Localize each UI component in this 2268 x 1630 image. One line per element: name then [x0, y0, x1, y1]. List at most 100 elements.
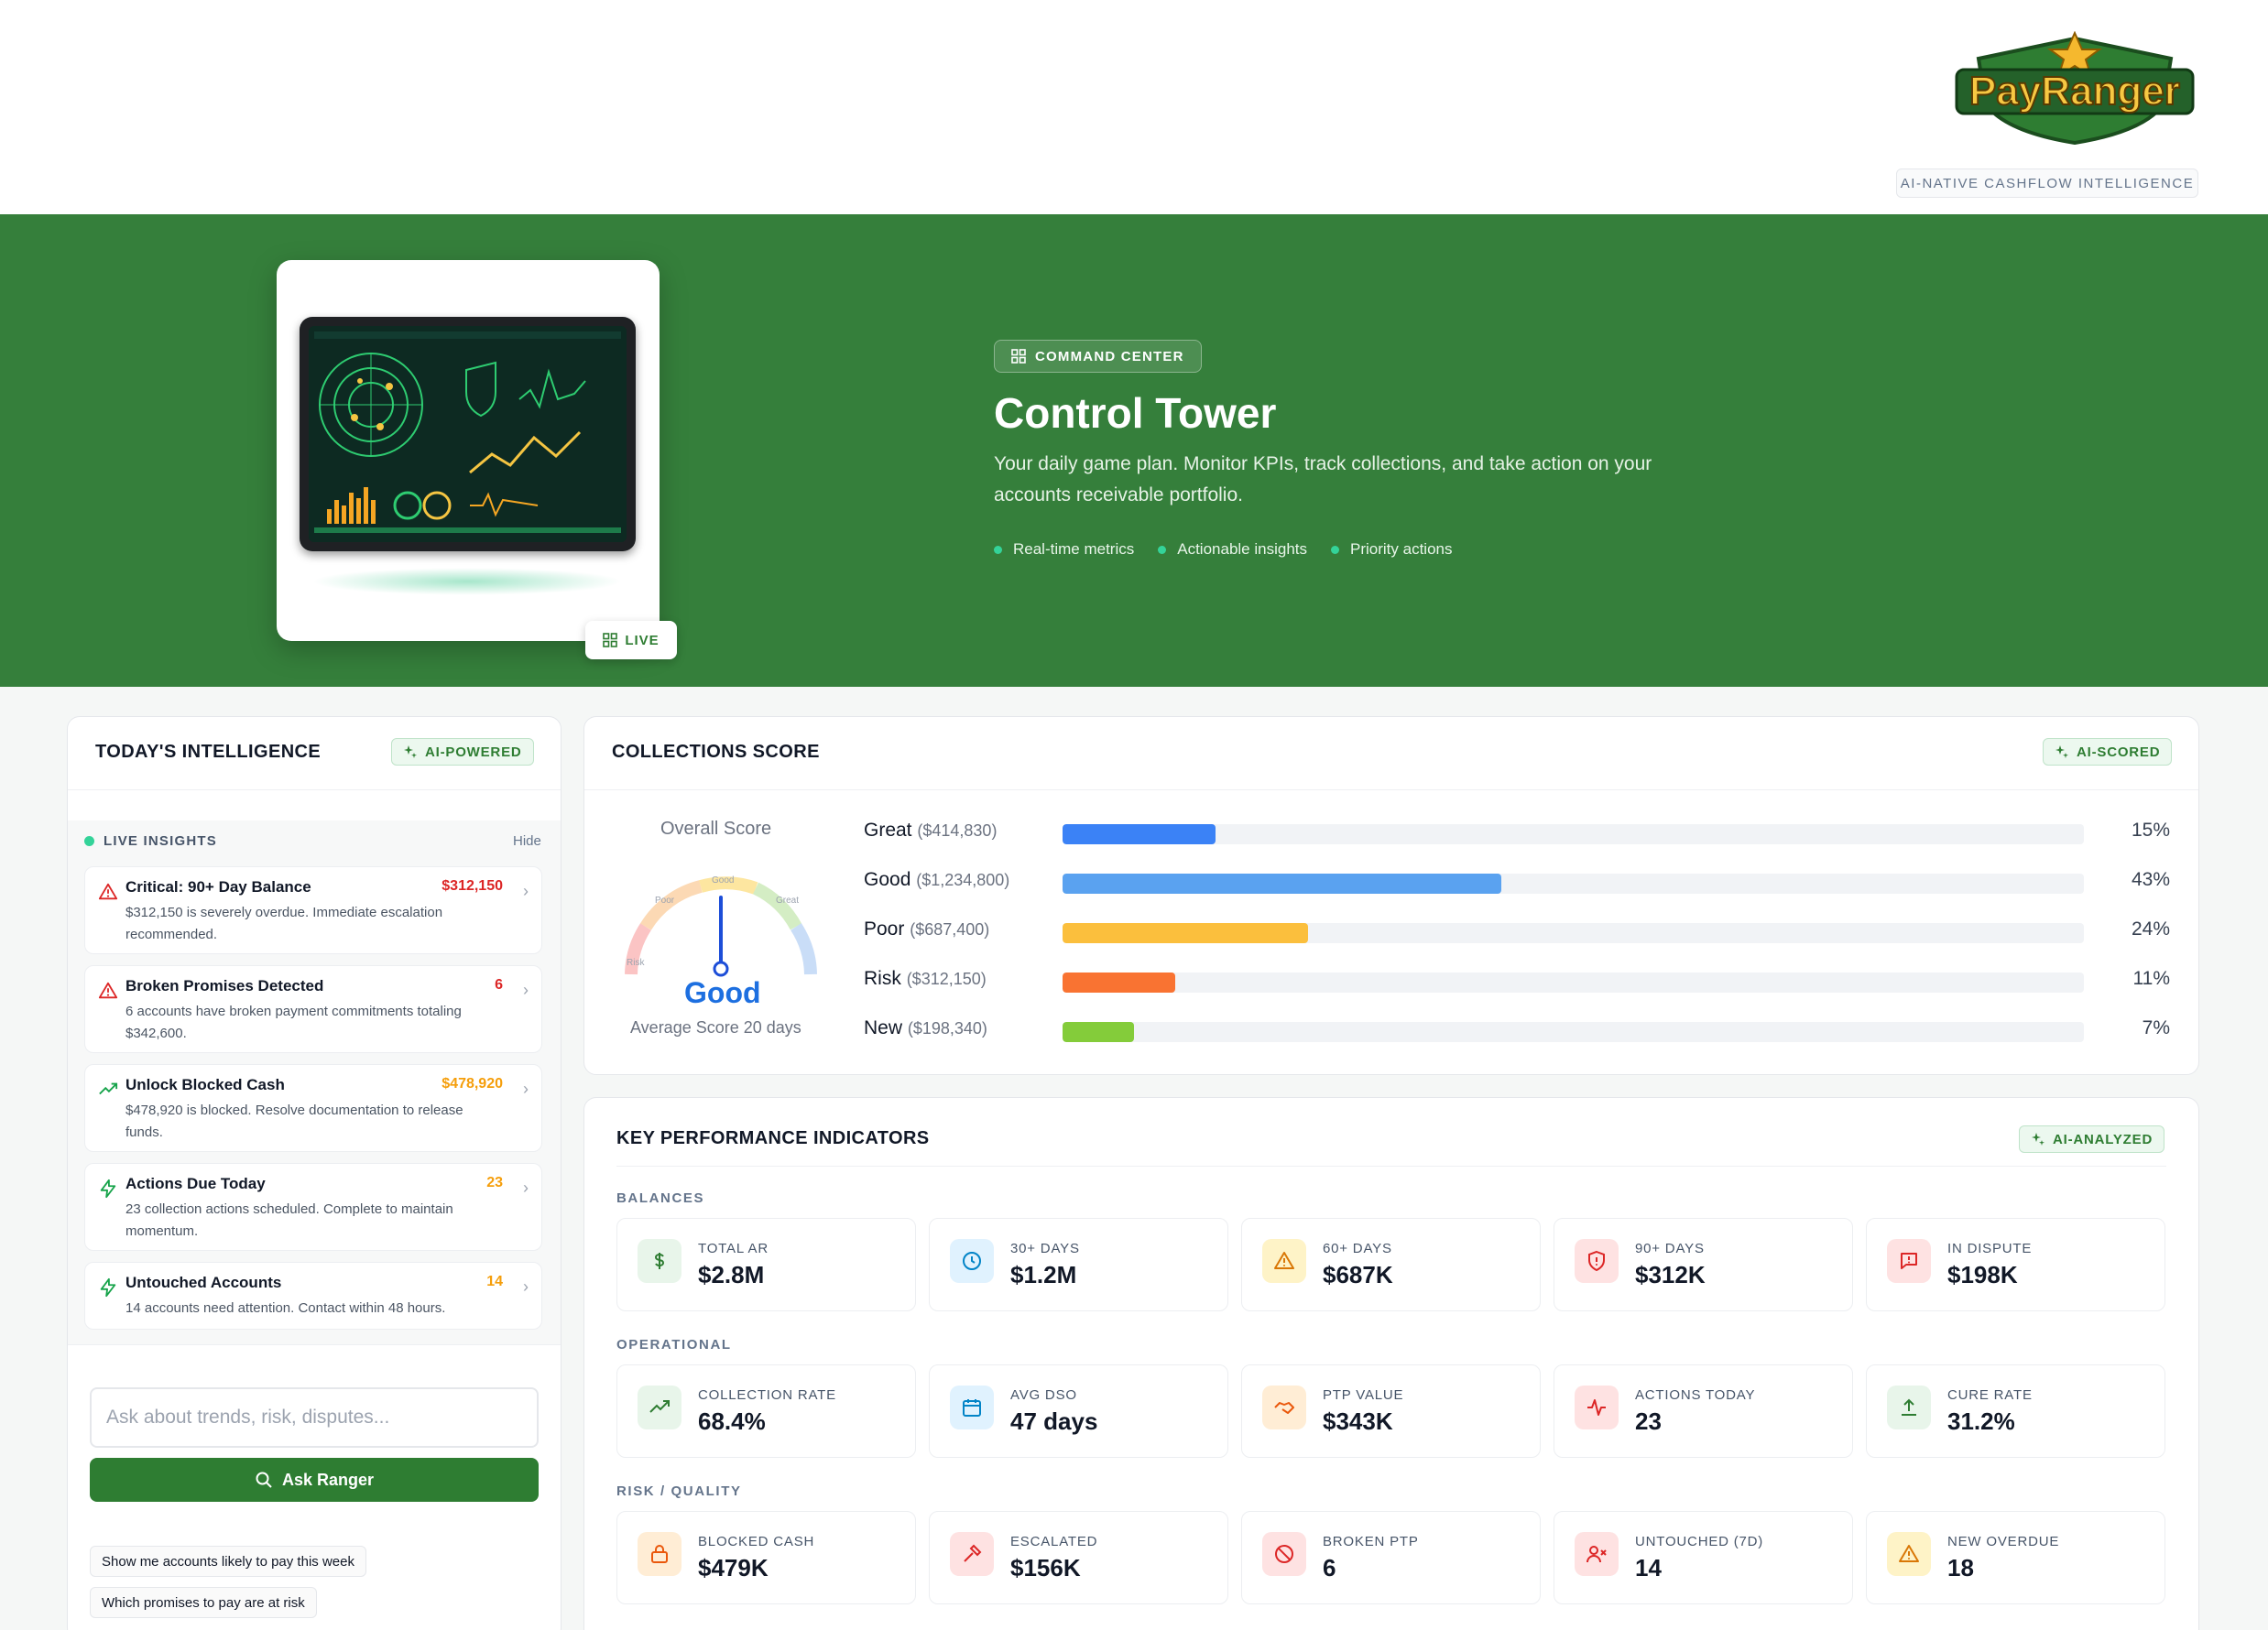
insight-card[interactable]: Critical: 90+ Day Balance $312,150 $312,… — [84, 866, 542, 954]
insight-value: $478,920 — [442, 1076, 503, 1092]
kpi-value: 23 — [1635, 1407, 1662, 1435]
overall-score-label: Overall Score — [660, 819, 772, 839]
gauge-label: Great — [776, 896, 799, 906]
kpi-icon-box — [950, 1239, 994, 1283]
divider — [68, 1344, 561, 1345]
insight-value: 23 — [486, 1175, 503, 1190]
kpi-card[interactable]: ACTIONS TODAY 23 — [1554, 1364, 1853, 1458]
kpi-card[interactable]: TOTAL AR $2.8M — [616, 1218, 916, 1311]
kpi-icon-box — [1262, 1239, 1306, 1283]
suggestion-chip[interactable]: Which promises to pay are at risk — [90, 1587, 317, 1618]
kpi-label: 90+ DAYS — [1635, 1241, 1705, 1256]
kpi-card[interactable]: ESCALATED $156K — [929, 1511, 1228, 1604]
kpi-title: KEY PERFORMANCE INDICATORS — [616, 1128, 930, 1148]
kpi-value: 14 — [1635, 1554, 1662, 1581]
grid-icon — [603, 633, 618, 647]
sparkles-icon — [2032, 1133, 2044, 1146]
insight-desc: 14 accounts need attention. Contact with… — [125, 1300, 446, 1316]
ask-ranger-button[interactable]: Ask Ranger — [90, 1458, 539, 1502]
hero-bullet: Actionable insights — [1158, 540, 1307, 559]
grid-icon — [1011, 349, 1026, 364]
score-bar-track — [1063, 874, 2084, 894]
calendar-icon — [963, 1399, 981, 1417]
gauge-label: Poor — [655, 896, 675, 906]
kpi-card[interactable]: UNTOUCHED (7D) 14 — [1554, 1511, 1853, 1604]
divider — [68, 789, 561, 790]
activity-icon — [1587, 1399, 1606, 1416]
insight-card[interactable]: Untouched Accounts 14 14 accounts need a… — [84, 1262, 542, 1330]
ask-ranger-input[interactable] — [90, 1387, 539, 1448]
insight-title: Critical: 90+ Day Balance — [125, 878, 311, 896]
kpi-card[interactable]: BROKEN PTP 6 — [1241, 1511, 1541, 1604]
kpi-value: $198K — [1947, 1261, 2018, 1288]
ask-ranger-label: Ask Ranger — [281, 1470, 375, 1489]
kpi-icon-box — [1575, 1239, 1619, 1283]
user-x-icon — [1587, 1546, 1607, 1563]
insight-card[interactable]: Unlock Blocked Cash $478,920 $478,920 is… — [84, 1064, 542, 1152]
kpi-card[interactable]: 90+ DAYS $312K — [1554, 1218, 1853, 1311]
search-icon — [256, 1472, 272, 1488]
kpi-icon-box — [1262, 1386, 1306, 1429]
score-bar-pct: 7% — [2142, 1017, 2170, 1038]
score-bar-label: Great ($414,830) — [864, 820, 998, 841]
score-bar-pct: 11% — [2132, 968, 2170, 989]
kpi-label: AVG DSO — [1010, 1387, 1077, 1403]
kpi-card[interactable]: CURE RATE 31.2% — [1866, 1364, 2165, 1458]
score-bar-track — [1063, 824, 2084, 844]
score-bar-pct: 15% — [2131, 820, 2170, 841]
ai-analyzed-badge: AI-ANALYZED — [2019, 1125, 2165, 1153]
insight-value: $312,150 — [442, 878, 503, 894]
kpi-card[interactable]: PTP VALUE $343K — [1241, 1364, 1541, 1458]
hero-bullets: Real-time metrics Actionable insights Pr… — [994, 540, 1453, 559]
kpi-icon-box — [950, 1532, 994, 1576]
trending-up-icon — [99, 1082, 118, 1095]
hero-bullet: Priority actions — [1331, 540, 1453, 559]
kpi-icon-box — [1575, 1532, 1619, 1576]
score-bar-fill — [1063, 824, 1216, 844]
kpi-card[interactable]: IN DISPUTE $198K — [1866, 1218, 2165, 1311]
kpi-card[interactable]: 60+ DAYS $687K — [1241, 1218, 1541, 1311]
kpi-icon-box — [638, 1386, 681, 1429]
kpi-value: $343K — [1323, 1407, 1393, 1435]
intelligence-title: TODAY'S INTELLIGENCE — [95, 742, 322, 762]
ban-icon — [1275, 1545, 1293, 1563]
chevron-right-icon: › — [523, 1179, 529, 1197]
kpi-card[interactable]: NEW OVERDUE 18 — [1866, 1511, 2165, 1604]
warning-icon — [1274, 1252, 1294, 1269]
kpi-card[interactable]: AVG DSO 47 days — [929, 1364, 1228, 1458]
hero-glow — [311, 568, 623, 595]
kpi-card[interactable]: 30+ DAYS $1.2M — [929, 1218, 1228, 1311]
kpi-icon-box — [1887, 1239, 1931, 1283]
score-bar-fill — [1063, 1022, 1135, 1042]
kpi-label: BLOCKED CASH — [698, 1534, 815, 1549]
kpi-label: TOTAL AR — [698, 1241, 769, 1256]
suggestion-chip[interactable]: Show me accounts likely to pay this week — [90, 1546, 366, 1577]
payranger-logo[interactable]: PayRanger — [1951, 30, 2198, 146]
lock-icon — [651, 1545, 668, 1563]
kpi-label: COLLECTION RATE — [698, 1387, 836, 1403]
insight-card[interactable]: Broken Promises Detected 6 6 accounts ha… — [84, 965, 542, 1053]
score-bar-label: Good ($1,234,800) — [864, 869, 1010, 890]
collections-title: COLLECTIONS SCORE — [612, 742, 820, 762]
score-gauge: Risk Poor Good Great — [625, 875, 817, 977]
kpi-icon-box — [638, 1239, 681, 1283]
kpi-value: 68.4% — [698, 1407, 766, 1435]
insight-card[interactable]: Actions Due Today 23 23 collection actio… — [84, 1163, 542, 1251]
kpi-label: 30+ DAYS — [1010, 1241, 1080, 1256]
insight-title: Unlock Blocked Cash — [125, 1076, 285, 1093]
trending-up-icon — [649, 1400, 670, 1413]
kpi-icon-box — [1575, 1386, 1619, 1429]
ai-powered-label: AI-POWERED — [425, 744, 522, 760]
kpi-label: ESCALATED — [1010, 1534, 1098, 1549]
kpi-card[interactable]: BLOCKED CASH $479K — [616, 1511, 916, 1604]
kpi-label: PTP VALUE — [1323, 1387, 1404, 1403]
kpi-label: CURE RATE — [1947, 1387, 2033, 1403]
score-bar-pct: 43% — [2131, 869, 2170, 890]
score-bar-fill — [1063, 874, 1502, 894]
kpi-card[interactable]: COLLECTION RATE 68.4% — [616, 1364, 916, 1458]
score-bar-track — [1063, 1022, 2084, 1042]
kpi-section-label: OPERATIONAL — [616, 1337, 732, 1353]
kpi-label: NEW OVERDUE — [1947, 1534, 2060, 1549]
hide-insights-link[interactable]: Hide — [513, 833, 541, 849]
upload-icon — [1902, 1398, 1916, 1416]
